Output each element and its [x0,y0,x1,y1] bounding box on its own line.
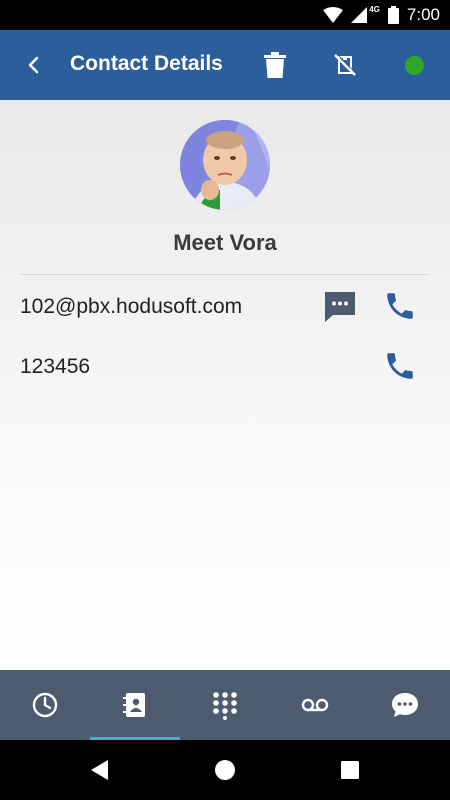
dialpad-icon [213,692,237,720]
chat-icon[interactable] [322,289,358,325]
recents-square-icon[interactable] [338,758,362,782]
back-icon[interactable] [22,53,46,77]
contact-sip-address: 102@pbx.hodusoft.com [20,295,243,318]
avatar [180,120,270,210]
nav-dialpad[interactable] [180,670,270,740]
contact-details: Meet Vora 102@pbx.hodusoft.com 123456 [0,100,450,670]
signal-icon [351,7,368,23]
wifi-icon [323,7,344,23]
contact-name: Meet Vora [173,230,277,255]
bottom-nav [0,670,450,740]
nav-voicemail[interactable] [270,670,360,740]
trash-icon[interactable] [263,52,287,78]
history-clock-icon [32,692,58,718]
messages-chat-icon [392,693,418,717]
phone-icon[interactable] [383,289,417,323]
avatar-photo [180,120,270,210]
page-title: Contact Details [70,52,223,75]
battery-icon [387,6,399,24]
status-bar: 4G 7:00 [0,0,450,30]
phone-disabled-icon[interactable] [333,53,357,77]
contact-entry-row: 102@pbx.hodusoft.com [0,275,450,335]
contact-entry-row: 123456 [0,335,450,395]
presence-dot [405,56,424,75]
network-type: 4G [369,4,380,14]
system-nav [0,740,450,800]
home-circle-icon[interactable] [213,758,237,782]
status-icons: 4G 7:00 [323,4,440,26]
status-time: 7:00 [406,5,440,24]
nav-messages[interactable] [360,670,450,740]
nav-history[interactable] [0,670,90,740]
nav-contacts[interactable] [90,670,180,740]
contacts-book-icon [123,693,145,717]
contact-phone-number: 123456 [20,355,91,378]
back-triangle-icon[interactable] [88,758,112,782]
app-bar: Contact Details [0,30,450,100]
phone-icon[interactable] [383,349,417,383]
voicemail-icon [301,698,329,712]
